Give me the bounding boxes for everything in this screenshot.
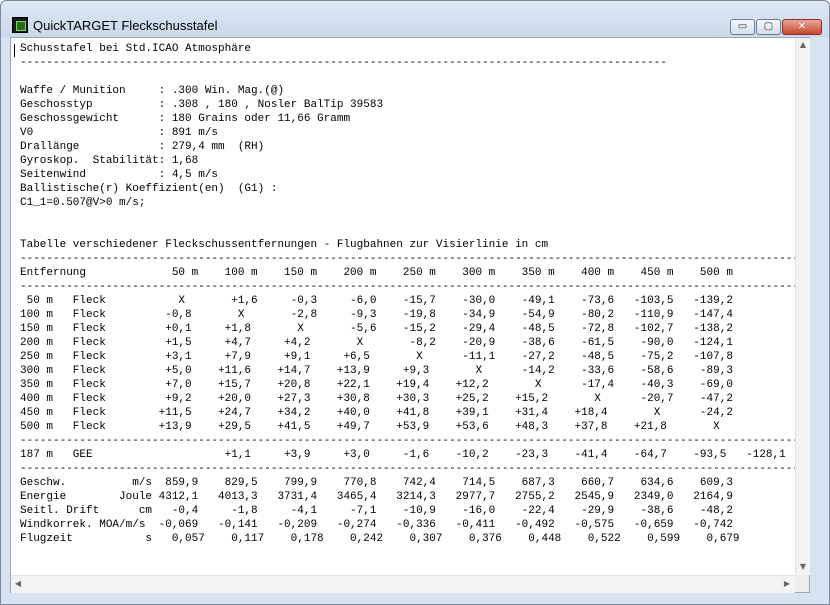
maximize-button[interactable]: ▢ (756, 19, 781, 35)
report-line: ----------------------------------------… (20, 281, 795, 293)
report-line: 500 m Fleck +13,9 +29,5 +41,5 +49,7 +53,… (20, 421, 720, 433)
report-line: ----------------------------------------… (20, 463, 795, 475)
scroll-left-icon[interactable]: ◀ (11, 577, 25, 591)
app-icon[interactable] (12, 17, 28, 33)
scroll-down-icon[interactable]: ▼ (796, 560, 810, 574)
report-line: ----------------------------------------… (20, 57, 667, 69)
close-button[interactable]: ✕ (782, 19, 822, 35)
report-line: 187 m GEE +1,1 +3,9 +3,0 -1,6 -10,2 -23,… (20, 449, 786, 461)
title-bar[interactable]: QuickTARGET Fleckschusstafel ▭ ▢ ✕ (1, 1, 829, 37)
text-view[interactable]: Schusstafel bei Std.ICAO Atmosphäre -----… (10, 37, 810, 593)
report-line: Geschw. m/s 859,9 829,5 799,9 770,8 742,… (20, 477, 733, 489)
report-line: Gyroskop. Stabilität: 1,68 (20, 155, 199, 167)
report-line: Tabelle verschiedener Fleckschussentfern… (20, 239, 549, 251)
scroll-up-icon[interactable]: ▲ (796, 38, 810, 52)
report-line: 200 m Fleck +1,5 +4,7 +4,2 X -8,2 -20,9 … (20, 337, 733, 349)
scroll-right-icon[interactable]: ▶ (780, 577, 794, 591)
app-window: QuickTARGET Fleckschusstafel ▭ ▢ ✕ Schus… (0, 0, 830, 605)
report-line: Energie Joule 4312,1 4013,3 3731,4 3465,… (20, 491, 733, 503)
report-line: 250 m Fleck +3,1 +7,9 +9,1 +6,5 X -11,1 … (20, 351, 733, 363)
report-text-area[interactable]: Schusstafel bei Std.ICAO Atmosphäre -----… (11, 38, 795, 575)
report-line: Schusstafel bei Std.ICAO Atmosphäre (20, 43, 252, 55)
report-line: Geschossgewicht : 180 Grains oder 11,66 … (20, 113, 351, 125)
report-line: C1_1=0.507@V>0 m/s; (20, 197, 146, 209)
maximize-icon: ▢ (763, 21, 774, 32)
report-line: 150 m Fleck +0,1 +1,8 X -5,6 -15,2 -29,4… (20, 323, 733, 335)
report-line: Geschosstyp : .308 , 180 , Nosler BalTip… (20, 99, 384, 111)
report-line: Seitenwind : 4,5 m/s (20, 169, 219, 181)
report-line: 50 m Fleck X +1,6 -0,3 -6,0 -15,7 -30,0 … (20, 295, 733, 307)
report-line: Windkorrek. MOA/m/s -0,069 -0,141 -0,209… (20, 519, 733, 531)
horizontal-scrollbar[interactable]: ◀ ▶ (11, 575, 795, 593)
report-line: ----------------------------------------… (20, 435, 795, 447)
text-caret (14, 44, 15, 57)
report-line: Flugzeit s 0,057 0,117 0,178 0,242 0,307… (20, 533, 740, 545)
minimize-icon: ▭ (737, 21, 748, 32)
report-line: Seitl. Drift cm -0,4 -1,8 -4,1 -7,1 -10,… (20, 505, 733, 517)
window-title: QuickTARGET Fleckschusstafel (33, 18, 218, 33)
minimize-button[interactable]: ▭ (730, 19, 755, 35)
report-line: Entfernung 50 m 100 m 150 m 200 m 250 m … (20, 267, 733, 279)
report-line: 350 m Fleck +7,0 +15,7 +20,8 +22,1 +19,4… (20, 379, 733, 391)
close-icon: ✕ (797, 21, 807, 32)
report-line: 450 m Fleck +11,5 +24,7 +34,2 +40,0 +41,… (20, 407, 733, 419)
report-line: Waffe / Munition : .300 Win. Mag.(@) (20, 85, 285, 97)
report-line: 300 m Fleck +5,0 +11,6 +14,7 +13,9 +9,3 … (20, 365, 733, 377)
report-line: V0 : 891 m/s (20, 127, 219, 139)
report-line: ----------------------------------------… (20, 253, 795, 265)
scroll-corner (795, 575, 809, 592)
report-line: Ballistische(r) Koeffizient(en) (G1) : (20, 183, 278, 195)
report-line: Drallänge : 279,4 mm (RH) (20, 141, 265, 153)
report-line: 100 m Fleck -0,8 X -2,8 -9,3 -19,8 -34,9… (20, 309, 733, 321)
vertical-scrollbar[interactable]: ▲ ▼ (795, 38, 810, 575)
report-line: 400 m Fleck +9,2 +20,0 +27,3 +30,8 +30,3… (20, 393, 733, 405)
